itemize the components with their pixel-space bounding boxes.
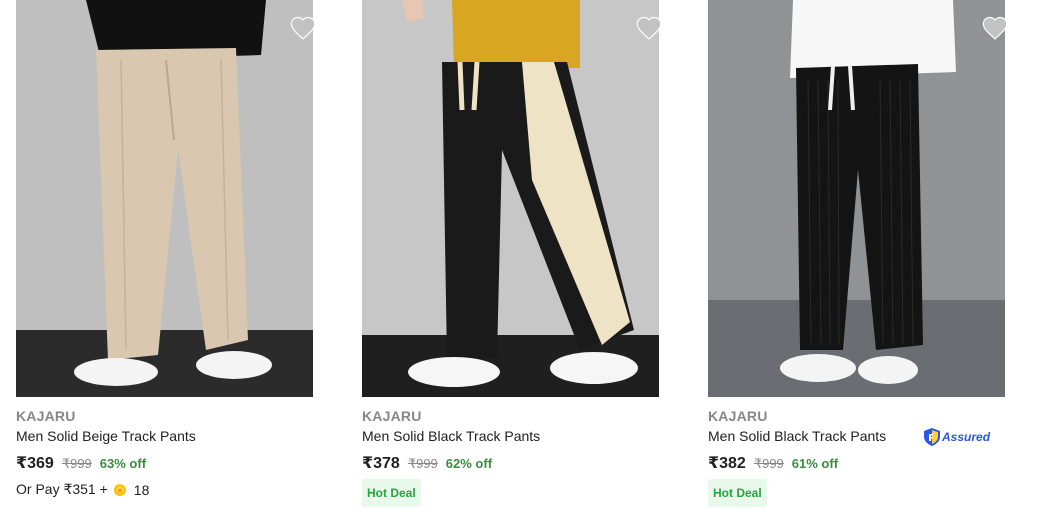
discount-label: 62% off (445, 456, 493, 471)
selling-price: ₹382 (708, 455, 746, 472)
product-brand: KAJARU (362, 408, 422, 424)
original-price: ₹999 (61, 456, 92, 471)
assured-shield-icon (924, 428, 940, 446)
product-brand: KAJARU (16, 408, 76, 424)
heart-icon[interactable] (289, 14, 317, 42)
heart-icon[interactable] (635, 14, 663, 42)
product-title[interactable]: Men Solid Beige Track Pants (16, 428, 196, 444)
black-cream-stripe-track-pants-image (362, 0, 659, 397)
price-row: ₹378 ₹999 62% off (362, 453, 492, 473)
product-image[interactable] (16, 0, 313, 397)
product-card[interactable]: KAJARU Men Solid Black Track Pants Assur… (708, 0, 1008, 510)
coin-count: 18 (133, 481, 150, 498)
product-title[interactable]: Men Solid Black Track Pants (708, 428, 886, 444)
hot-deal-badge: Hot Deal (708, 479, 767, 507)
hot-deal-badge: Hot Deal (362, 479, 421, 507)
product-card[interactable]: KAJARU Men Solid Beige Track Pants ₹369 … (16, 0, 316, 510)
assured-label: Assured (942, 430, 991, 444)
beige-track-pants-image (16, 0, 313, 397)
original-price: ₹999 (407, 456, 438, 471)
price-row: ₹369 ₹999 63% off (16, 453, 146, 473)
original-price: ₹999 (753, 456, 784, 471)
product-title[interactable]: Men Solid Black Track Pants (362, 428, 540, 444)
discount-label: 63% off (99, 456, 147, 471)
price-row: ₹382 ₹999 61% off (708, 453, 838, 473)
supercoin-offer: Or Pay ₹351 + 18 (16, 481, 149, 498)
heart-icon[interactable] (981, 14, 1009, 42)
black-corduroy-track-pants-image (708, 0, 1005, 397)
selling-price: ₹369 (16, 455, 54, 472)
assured-badge: Assured (924, 427, 990, 447)
supercoin-icon (113, 483, 126, 496)
product-brand: KAJARU (708, 408, 768, 424)
product-image[interactable] (362, 0, 659, 397)
product-grid: KAJARU Men Solid Beige Track Pants ₹369 … (0, 0, 1042, 510)
product-image[interactable] (708, 0, 1005, 397)
pay-prefix: Or Pay ₹351 + (16, 481, 108, 497)
selling-price: ₹378 (362, 455, 400, 472)
product-card[interactable]: KAJARU Men Solid Black Track Pants ₹378 … (362, 0, 662, 510)
discount-label: 61% off (791, 456, 839, 471)
